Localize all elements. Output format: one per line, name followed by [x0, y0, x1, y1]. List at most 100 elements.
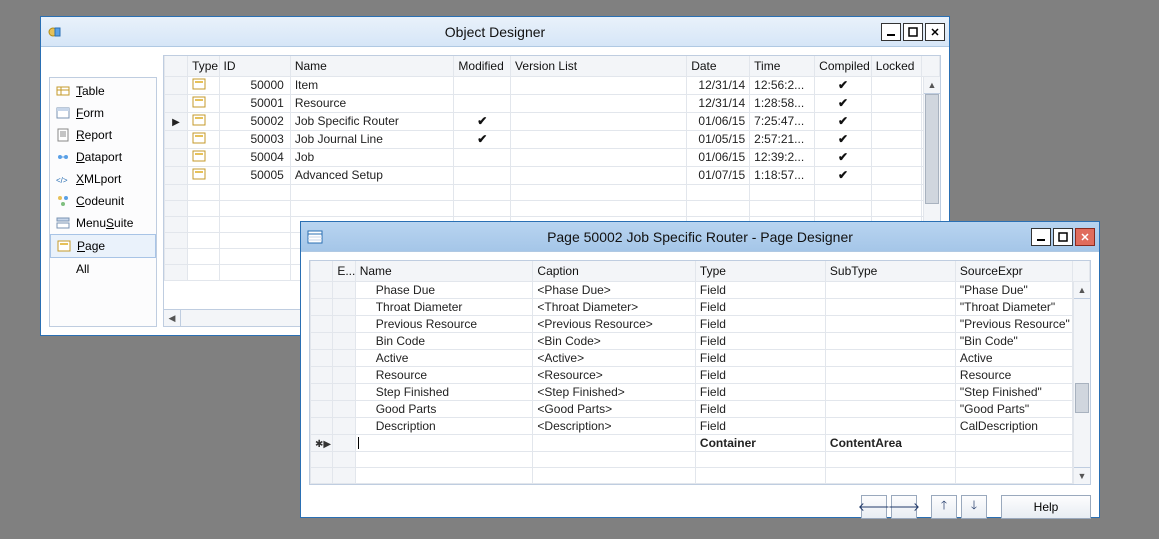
report-icon — [56, 128, 70, 142]
close-button[interactable] — [1075, 228, 1095, 246]
scroll-up-icon[interactable]: ▲ — [1074, 282, 1090, 299]
page-object-icon — [192, 78, 206, 90]
xmlport-icon: </> — [56, 172, 70, 186]
page-element-row[interactable]: Description<Description>FieldCalDescript… — [311, 417, 1090, 434]
empty-row — [311, 467, 1090, 483]
column-header[interactable]: Caption — [533, 261, 696, 281]
move-right-button[interactable]: 🡒 — [891, 495, 917, 519]
page-element-row[interactable]: Active<Active>FieldActive — [311, 349, 1090, 366]
object-designer-titlebar[interactable]: Object Designer — [41, 17, 949, 47]
object-types-nav: Table Form Report Dataport </> XMLport Codeuni… — [49, 77, 157, 327]
nav-item-form[interactable]: Form — [50, 102, 156, 124]
table-icon — [56, 84, 70, 98]
checkmark-icon: ✔ — [838, 150, 848, 164]
checkmark-icon: ✔ — [838, 168, 848, 182]
svg-text:</>: </> — [56, 176, 68, 185]
column-header[interactable]: Name — [290, 56, 454, 76]
page-elements-grid[interactable]: E...NameCaptionTypeSubTypeSourceExpr Pha… — [309, 260, 1091, 485]
nav-item-all[interactable]: All — [50, 258, 156, 280]
nav-label: Form — [76, 106, 150, 120]
nav-item-menusuite[interactable]: MenuSuite — [50, 212, 156, 234]
page-element-row[interactable]: Bin Code<Bin Code>Field"Bin Code" — [311, 332, 1090, 349]
column-header[interactable]: Modified — [454, 56, 511, 76]
dataport-icon — [56, 150, 70, 164]
row-selector-header[interactable] — [311, 261, 333, 281]
nav-item-report[interactable]: Report — [50, 124, 156, 146]
object-row[interactable]: 50005Advanced Setup01/07/151:18:57...✔ — [165, 166, 940, 184]
page-designer-titlebar[interactable]: Page 50002 Job Specific Router - Page De… — [301, 222, 1099, 252]
scroll-up-icon[interactable]: ▲ — [924, 77, 940, 94]
object-row[interactable]: 50004Job01/06/1512:39:2...✔ — [165, 148, 940, 166]
page-object-icon — [192, 96, 206, 108]
nav-item-codeunit[interactable]: Codeunit — [50, 190, 156, 212]
page-designer-title: Page 50002 Job Specific Router - Page De… — [301, 229, 1099, 245]
page-element-row[interactable]: Phase Due<Phase Due>Field"Phase Due" — [311, 281, 1090, 298]
current-row-indicator-icon: ▶ — [172, 117, 180, 128]
maximize-button[interactable] — [1053, 228, 1073, 246]
page-element-row[interactable]: Good Parts<Good Parts>Field"Good Parts" — [311, 400, 1090, 417]
column-header[interactable]: SourceExpr — [955, 261, 1072, 281]
new-row[interactable]: ✱▶ContainerContentArea — [311, 434, 1090, 451]
column-header[interactable]: Type — [188, 56, 219, 76]
page-element-row[interactable]: Throat Diameter<Throat Diameter>Field"Th… — [311, 298, 1090, 315]
maximize-button[interactable] — [903, 23, 923, 41]
object-row[interactable]: 50001Resource12/31/141:28:58...✔ — [165, 94, 940, 112]
minimize-button[interactable] — [881, 23, 901, 41]
row-selector-header[interactable] — [165, 56, 188, 76]
minimize-button[interactable] — [1031, 228, 1051, 246]
object-row[interactable]: 50003Job Journal Line✔01/05/152:57:21...… — [165, 130, 940, 148]
nav-label: XMLport — [76, 172, 150, 186]
page-object-icon — [192, 114, 206, 126]
nav-label: All — [76, 262, 150, 276]
page-element-row[interactable]: Previous Resource<Previous Resource>Fiel… — [311, 315, 1090, 332]
nav-label: Page — [77, 239, 149, 253]
nav-item-dataport[interactable]: Dataport — [50, 146, 156, 168]
object-row[interactable]: ▶50002Job Specific Router✔01/06/157:25:4… — [165, 112, 940, 130]
vertical-scrollbar[interactable]: ▲ ▼ — [1073, 282, 1090, 484]
object-designer-title: Object Designer — [41, 24, 949, 40]
move-left-button[interactable]: 🡐 — [861, 495, 887, 519]
expand-header[interactable]: E... — [333, 261, 355, 281]
form-icon — [56, 106, 70, 120]
column-header[interactable]: SubType — [825, 261, 955, 281]
column-header[interactable]: ID — [219, 56, 290, 76]
page-element-row[interactable]: Step Finished<Step Finished>Field"Step F… — [311, 383, 1090, 400]
scroll-down-icon[interactable]: ▼ — [1074, 467, 1090, 484]
nav-item-page[interactable]: Page — [50, 234, 156, 258]
menusuite-icon — [56, 216, 70, 230]
column-header[interactable]: Time — [750, 56, 815, 76]
nav-label: Codeunit — [76, 194, 150, 208]
page-object-icon — [192, 150, 206, 162]
column-header[interactable]: Name — [355, 261, 533, 281]
checkmark-icon: ✔ — [838, 114, 848, 128]
nav-label: Table — [76, 84, 150, 98]
scroll-left-icon[interactable]: ◀ — [164, 310, 181, 326]
checkmark-icon: ✔ — [838, 132, 848, 146]
object-row[interactable]: 50000Item12/31/1412:56:2...✔ — [165, 76, 940, 94]
nav-label: Dataport — [76, 150, 150, 164]
close-button[interactable] — [925, 23, 945, 41]
column-header[interactable]: Locked — [871, 56, 921, 76]
column-header[interactable]: Version List — [511, 56, 687, 76]
help-button[interactable]: Help — [1001, 495, 1091, 519]
page-icon — [57, 239, 71, 253]
column-header[interactable]: Compiled — [815, 56, 872, 76]
codeunit-icon — [56, 194, 70, 208]
empty-row — [311, 451, 1090, 467]
page-designer-window: Page 50002 Job Specific Router - Page De… — [300, 221, 1100, 518]
nav-item-table[interactable]: Table — [50, 80, 156, 102]
move-down-button[interactable]: 🡓 — [961, 495, 987, 519]
column-header[interactable]: Type — [695, 261, 825, 281]
page-element-row[interactable]: Resource<Resource>FieldResource — [311, 366, 1090, 383]
new-row-indicator-icon: ✱▶ — [315, 439, 331, 450]
nav-item-xmlport[interactable]: </> XMLport — [50, 168, 156, 190]
nav-label: MenuSuite — [76, 216, 150, 230]
checkmark-icon: ✔ — [838, 96, 848, 110]
move-up-button[interactable]: 🡑 — [931, 495, 957, 519]
checkmark-icon: ✔ — [838, 78, 848, 92]
column-header[interactable]: Date — [687, 56, 750, 76]
all-icon — [56, 262, 70, 276]
page-object-icon — [192, 132, 206, 144]
app-icon — [47, 24, 63, 40]
page-object-icon — [192, 168, 206, 180]
